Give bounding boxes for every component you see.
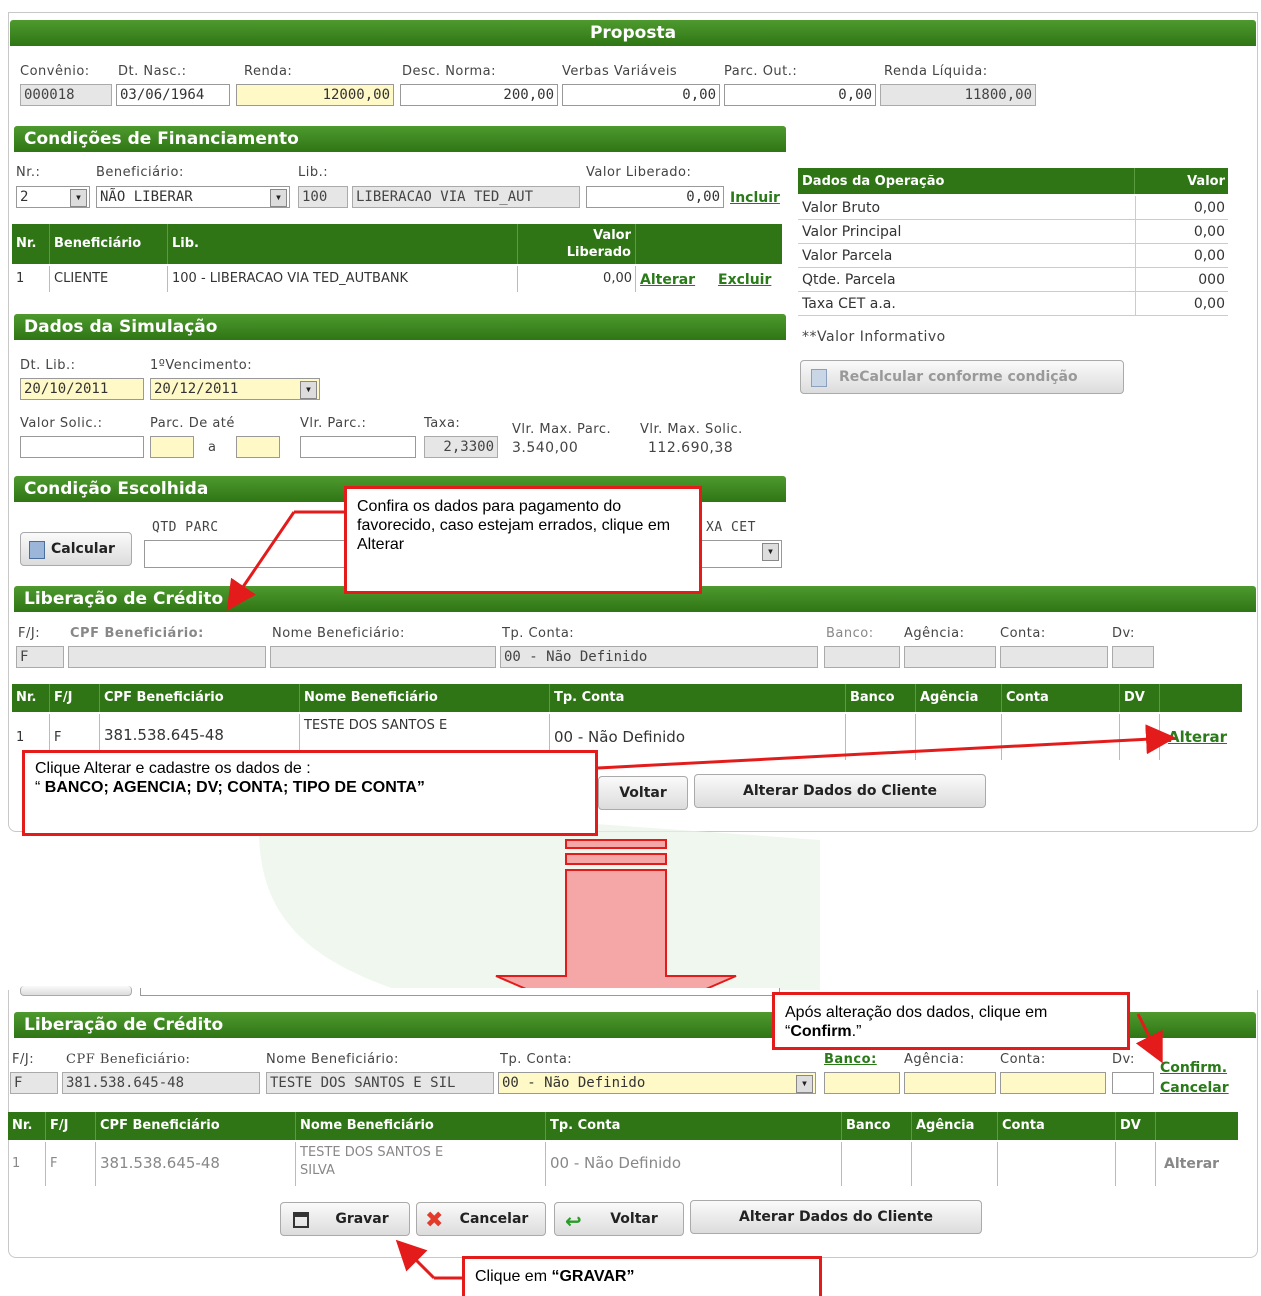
callout-cadastre-line1: Clique Alterar e cadastre os dados de : bbox=[35, 760, 311, 777]
callout-confira: Confira os dados para pagamento do favor… bbox=[344, 486, 702, 594]
callout-cadastre: Clique Alterar e cadastre os dados de : … bbox=[22, 750, 598, 836]
callout-confirm-bold: Confirm bbox=[790, 1023, 852, 1040]
callout-confirm: Após alteração dos dados, clique em “Con… bbox=[772, 992, 1130, 1050]
callout-cadastre-line2: “ BANCO; AGENCIA; DV; CONTA; TIPO DE CON… bbox=[35, 778, 585, 797]
callout-confirm-post: .” bbox=[851, 1023, 862, 1040]
callout-gravar: Clique em “GRAVAR” bbox=[462, 1256, 822, 1296]
callout-gravar-pre: Clique em bbox=[475, 1268, 552, 1285]
callout-cadastre-prefix: “ bbox=[35, 779, 45, 796]
callout-arrows bbox=[226, 510, 1176, 1280]
callout-cadastre-bold: BANCO; AGENCIA; DV; CONTA; TIPO DE CONTA… bbox=[44, 779, 425, 796]
callout-gravar-bold: “GRAVAR” bbox=[551, 1268, 635, 1285]
